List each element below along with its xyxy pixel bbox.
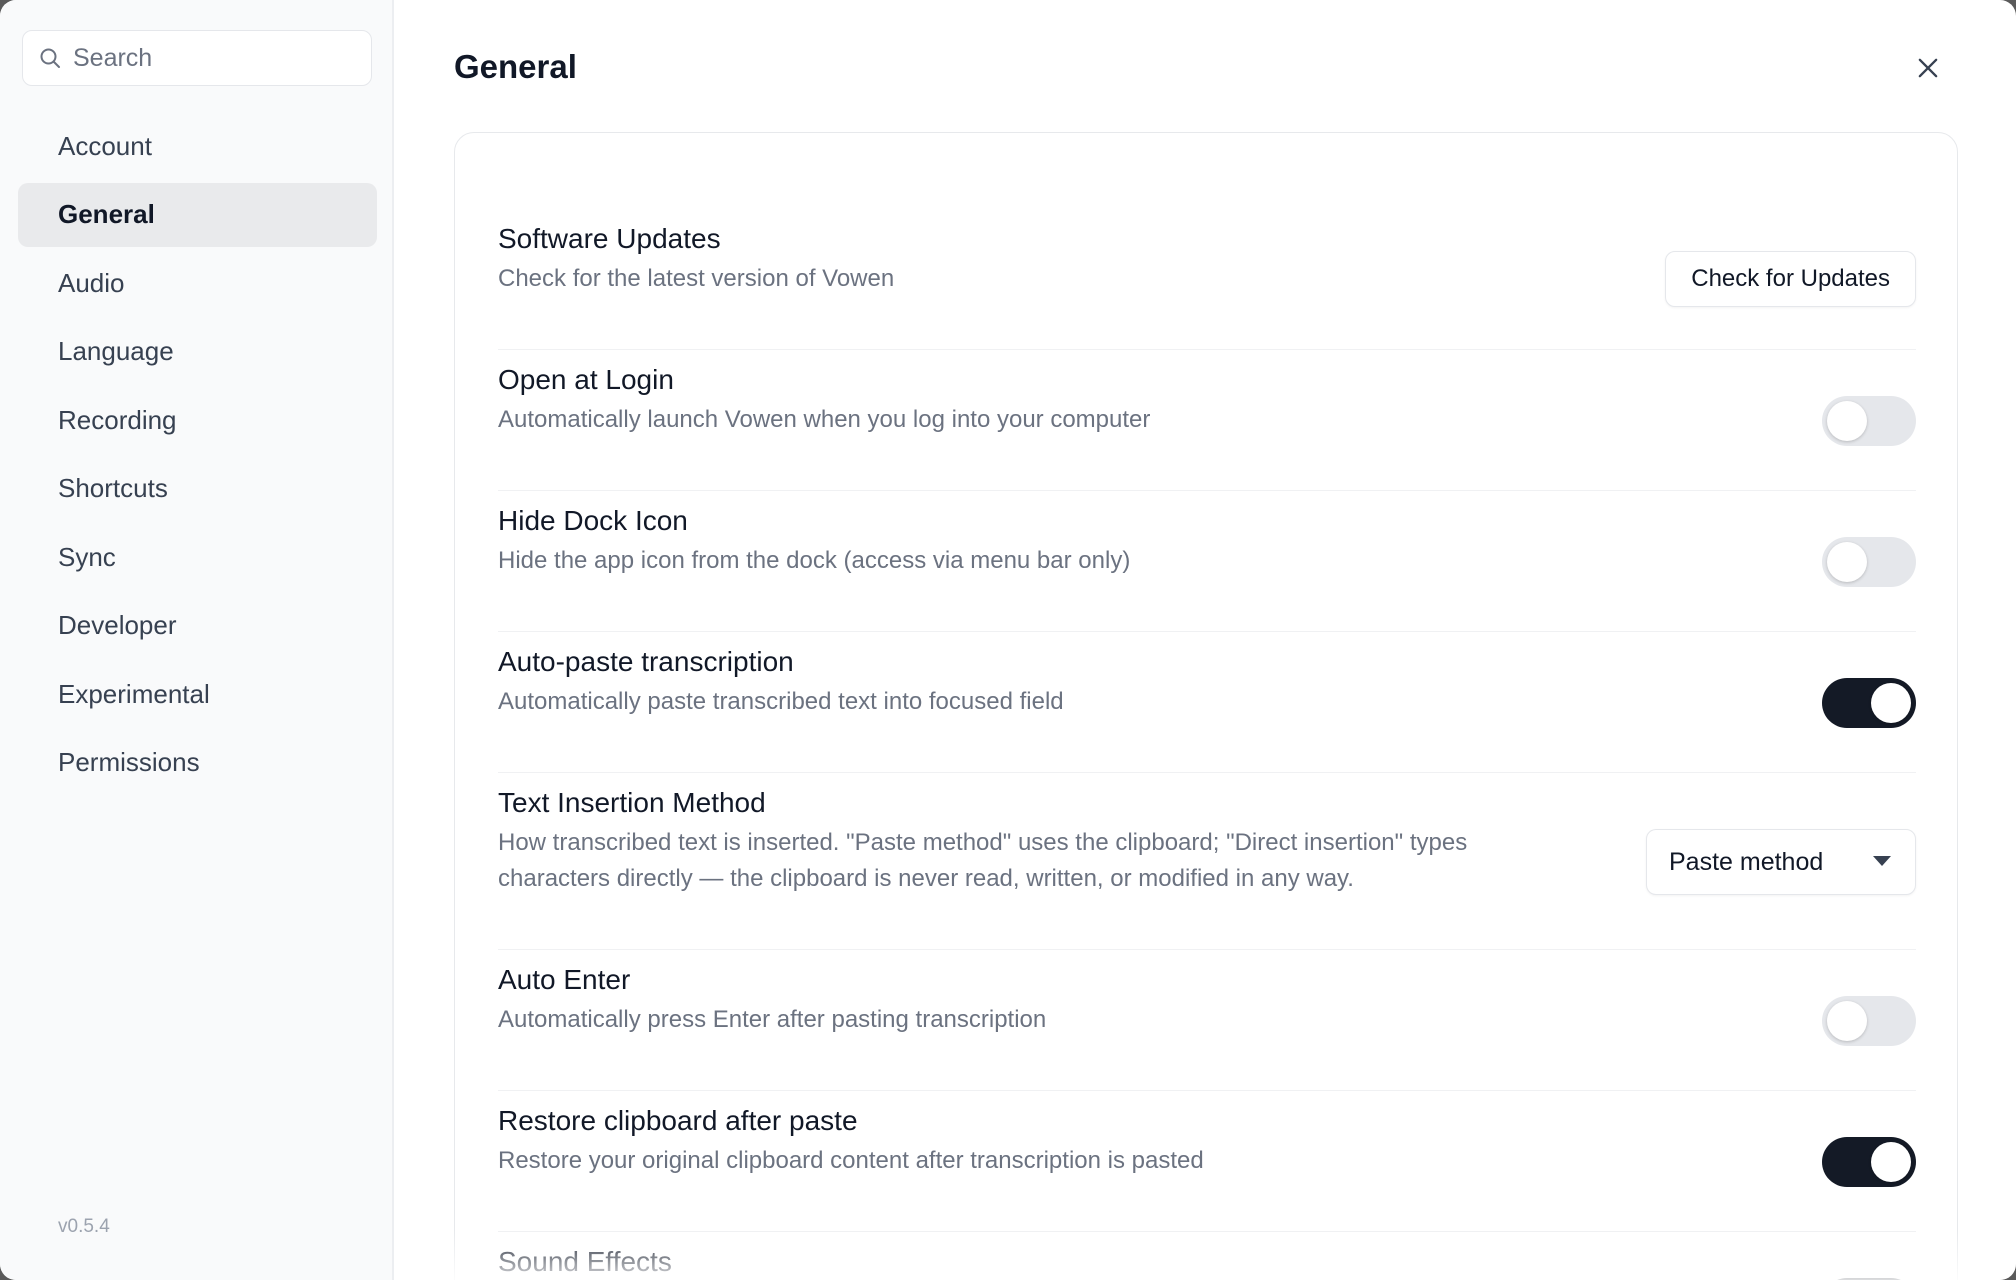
setting-title: Sound Effects <box>498 1246 672 1277</box>
setting-title: Auto Enter <box>498 964 631 995</box>
setting-description: Automatically press Enter after pasting … <box>498 1006 1047 1033</box>
setting-hide-dock-icon: Hide Dock Icon Hide the app icon from th… <box>498 491 1916 632</box>
setting-description: Check for the latest version of Vowen <box>498 265 895 292</box>
setting-auto-paste: Auto-paste transcription Automatically p… <box>498 632 1916 773</box>
search-input[interactable] <box>73 43 343 73</box>
sidebar: Account General Audio Language Recording… <box>0 0 394 1280</box>
sidebar-item-general[interactable]: General <box>18 182 377 247</box>
settings-window: Account General Audio Language Recording… <box>0 0 2016 1280</box>
setting-title: Hide Dock Icon <box>498 505 688 536</box>
auto-paste-toggle[interactable] <box>1822 678 1916 728</box>
sidebar-item-language[interactable]: Language <box>18 320 377 384</box>
sidebar-item-developer[interactable]: Developer <box>18 594 377 658</box>
toggle-knob <box>1827 542 1867 582</box>
setting-description: Automatically launch Vowen when you log … <box>498 406 1151 433</box>
toggle-knob <box>1827 1001 1867 1041</box>
sidebar-item-audio[interactable]: Audio <box>18 251 377 315</box>
toggle-knob <box>1871 683 1911 723</box>
auto-enter-toggle[interactable] <box>1822 996 1916 1046</box>
sidebar-item-shortcuts[interactable]: Shortcuts <box>18 457 377 521</box>
setting-title: Restore clipboard after paste <box>498 1105 858 1136</box>
sidebar-item-sync[interactable]: Sync <box>18 525 377 589</box>
setting-restore-clipboard: Restore clipboard after paste Restore yo… <box>498 1091 1916 1232</box>
setting-software-updates: Software Updates Check for the latest ve… <box>498 209 1916 350</box>
setting-description: Restore your original clipboard content … <box>498 1147 1204 1174</box>
page-title: General <box>454 48 577 85</box>
hide-dock-icon-toggle[interactable] <box>1822 537 1916 587</box>
toggle-knob <box>1871 1142 1911 1182</box>
close-button[interactable] <box>1908 50 1948 90</box>
setting-title: Text Insertion Method <box>498 787 766 818</box>
close-icon <box>1914 54 1942 87</box>
setting-auto-enter: Auto Enter Automatically press Enter aft… <box>498 950 1916 1091</box>
open-at-login-toggle[interactable] <box>1822 396 1916 446</box>
setting-description: Automatically paste transcribed text int… <box>498 688 1064 715</box>
app-version: v0.5.4 <box>58 1216 110 1237</box>
setting-sound-effects: Sound Effects <box>498 1232 1916 1280</box>
chevron-down-icon <box>1873 856 1891 866</box>
restore-clipboard-toggle[interactable] <box>1822 1137 1916 1187</box>
setting-title: Software Updates <box>498 223 721 254</box>
sidebar-nav: Account General Audio Language Recording… <box>18 114 377 799</box>
sidebar-item-account[interactable]: Account <box>18 114 377 178</box>
settings-card: Software Updates Check for the latest ve… <box>454 132 1958 1280</box>
sidebar-item-recording[interactable]: Recording <box>18 388 377 452</box>
setting-title: Auto-paste transcription <box>498 646 794 677</box>
search-icon <box>37 45 63 71</box>
check-for-updates-button[interactable]: Check for Updates <box>1665 251 1916 307</box>
select-value: Paste method <box>1669 847 1824 876</box>
setting-text-insertion-method: Text Insertion Method How transcribed te… <box>498 773 1916 950</box>
main-content: General Software Updates Check for the l… <box>394 0 2016 1280</box>
search-box[interactable] <box>22 30 372 86</box>
setting-description: Hide the app icon from the dock (access … <box>498 547 1131 574</box>
setting-open-at-login: Open at Login Automatically launch Vowen… <box>498 350 1916 491</box>
setting-description-line2: characters directly — the clipboard is n… <box>498 865 1354 892</box>
sidebar-item-permissions[interactable]: Permissions <box>18 731 377 795</box>
setting-title: Open at Login <box>498 364 674 395</box>
setting-description-line1: How transcribed text is inserted. "Paste… <box>498 829 1468 856</box>
toggle-knob <box>1827 401 1867 441</box>
text-insertion-select[interactable]: Paste method <box>1646 829 1916 895</box>
sidebar-item-experimental[interactable]: Experimental <box>18 662 377 726</box>
